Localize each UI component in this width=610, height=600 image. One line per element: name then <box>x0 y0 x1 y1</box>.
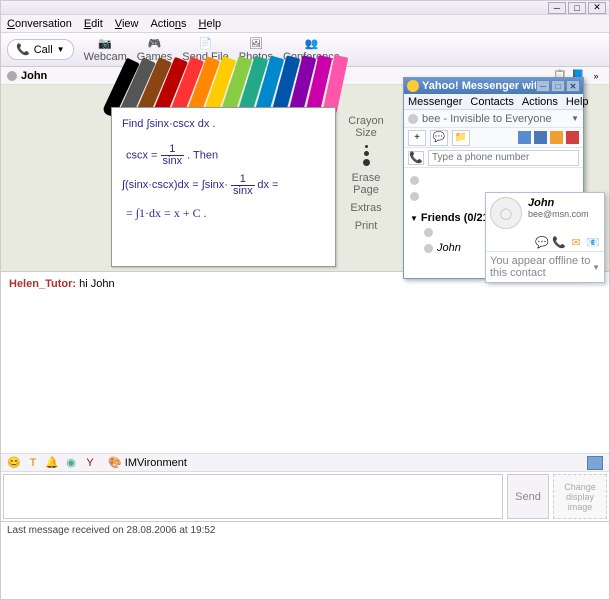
list-item[interactable] <box>410 172 577 188</box>
close-button[interactable]: ✕ <box>588 2 606 14</box>
menu-edit[interactable]: Edit <box>84 18 103 30</box>
crayon-size-label[interactable]: Crayon Size <box>341 115 391 139</box>
imvironment-button[interactable]: 🎨 IMVironment <box>108 456 187 469</box>
news-icon[interactable] <box>566 131 579 144</box>
erase-page-button[interactable]: Erase Page <box>341 172 391 196</box>
my-status-text: bee - Invisible to Everyone <box>422 113 552 125</box>
messenger-menubar: Messenger Contacts Actions Help <box>404 94 583 110</box>
triangle-down-icon: ▼ <box>410 214 418 223</box>
msgr-menu-help[interactable]: Help <box>566 96 589 108</box>
mail-icon[interactable] <box>518 131 531 144</box>
call-button[interactable]: 📞 Call ▼ <box>7 39 74 60</box>
card-actions: 💬 📞 ✉ 📧 <box>486 233 604 251</box>
call-label: Call <box>34 44 53 56</box>
avatar: ◯ <box>490 197 522 229</box>
status-line: Last message received on 28.08.2006 at 1… <box>1 522 609 539</box>
msgr-minimize-button[interactable]: ─ <box>536 80 550 92</box>
conference-icon: 👥 <box>305 37 319 50</box>
main-menubar: CConversationonversation Edit View Actio… <box>1 15 609 33</box>
chat-button[interactable]: 💬 <box>430 130 448 146</box>
menu-conversation[interactable]: CConversationonversation <box>7 18 72 30</box>
hw-text: ∫sinx·cscx dx . <box>146 118 215 130</box>
smiley-icon[interactable]: 😊 <box>7 456 21 470</box>
extras-button[interactable]: Extras <box>350 202 381 214</box>
messenger-titlebar[interactable]: Yahoo! Messenger with Voice (BETA) ─ □ ✕ <box>404 78 583 94</box>
webcam-button[interactable]: 📷 Webcam <box>84 37 127 63</box>
msgr-maximize-button[interactable]: □ <box>551 80 565 92</box>
radio-icon[interactable] <box>550 131 563 144</box>
my-status-icon <box>408 114 418 124</box>
yahoo-icon[interactable]: Y <box>83 456 97 470</box>
phone-icon: 📞 <box>16 43 30 56</box>
contact-card-icon[interactable] <box>587 456 603 470</box>
status-dot-icon <box>410 192 419 201</box>
hw-text: Find <box>122 118 146 130</box>
status-dot-icon <box>424 244 433 253</box>
folder-button[interactable]: 📁 <box>452 130 470 146</box>
card-name: John <box>528 197 600 209</box>
my-status-row[interactable]: bee - Invisible to Everyone ▼ <box>404 110 583 128</box>
audibles-icon[interactable]: ◉ <box>64 456 78 470</box>
buzz-icon[interactable]: 🔔 <box>45 456 59 470</box>
menu-actions[interactable]: Actions <box>150 18 186 30</box>
msgr-menu-actions[interactable]: Actions <box>522 96 558 108</box>
format-bar: 😊 T 🔔 ◉ Y 🎨 IMVironment <box>1 454 609 472</box>
status-dot-icon <box>7 71 17 81</box>
messenger-toolbar: + 💬 📁 <box>404 128 583 148</box>
message-input[interactable] <box>3 474 503 519</box>
expand-icon[interactable]: » <box>589 69 603 83</box>
hw-text: dx = <box>257 179 278 191</box>
main-titlebar: ─ □ ✕ <box>1 1 609 15</box>
msgr-menu-contacts[interactable]: Contacts <box>470 96 513 108</box>
phone-row: 📞 <box>404 148 583 168</box>
hw-text: . Then <box>187 149 218 161</box>
card-footer[interactable]: You appear offline to this contact ▼ <box>486 251 604 282</box>
photos-icon: 🖼 <box>249 37 263 50</box>
contact-hover-card: ◯ John bee@msn.com 💬 📞 ✉ 📧 You appear of… <box>485 192 605 283</box>
buddy-name: John <box>21 70 47 82</box>
webcam-icon: 📷 <box>98 37 112 50</box>
calendar-icon[interactable] <box>534 131 547 144</box>
menu-help[interactable]: Help <box>199 18 222 30</box>
chevron-down-icon[interactable]: ▼ <box>571 114 579 123</box>
message-sender: Helen_Tutor: <box>9 278 76 290</box>
card-im-icon[interactable]: 💬 <box>535 235 549 249</box>
whiteboard[interactable]: Find ∫sinx·cscx dx . cscx = 1sinx . Then… <box>111 107 336 267</box>
send-button[interactable]: Send <box>507 474 549 519</box>
phone-button[interactable]: 📞 <box>408 151 424 165</box>
file-icon: 📄 <box>199 37 213 50</box>
chevron-down-icon: ▼ <box>592 263 600 272</box>
print-button[interactable]: Print <box>355 220 378 232</box>
hw-text: ∫(sinx·cscx)dx = ∫sinx· <box>122 179 231 191</box>
card-sms-icon[interactable]: ✉ <box>569 235 583 249</box>
menu-view[interactable]: View <box>115 18 139 30</box>
message-text: hi John <box>76 278 115 290</box>
card-call-icon[interactable]: 📞 <box>552 235 566 249</box>
compose-row: Send Change display image <box>1 472 609 522</box>
display-image-button[interactable]: Change display image <box>553 474 607 519</box>
size-selector[interactable] <box>363 145 370 166</box>
messenger-title: Yahoo! Messenger with Voice (BETA) <box>422 80 536 92</box>
msgr-menu-messenger[interactable]: Messenger <box>408 96 462 108</box>
status-dot-icon <box>424 228 433 237</box>
card-email: bee@msn.com <box>528 209 600 219</box>
chevron-down-icon: ▼ <box>57 45 65 54</box>
hw-text: cscx = <box>126 149 161 161</box>
whiteboard-controls: Crayon Size Erase Page Extras Print <box>341 115 391 232</box>
conversation-log: Helen_Tutor: hi John <box>1 272 609 454</box>
maximize-button[interactable]: □ <box>568 2 586 14</box>
add-contact-button[interactable]: + <box>408 130 426 146</box>
yahoo-logo-icon <box>407 80 419 92</box>
phone-input[interactable] <box>428 150 579 166</box>
games-icon: 🎮 <box>148 37 162 50</box>
minimize-button[interactable]: ─ <box>548 2 566 14</box>
imv-icon: 🎨 <box>108 457 122 469</box>
hw-text: = ∫1·dx = x + C . <box>126 206 207 221</box>
format-icon[interactable]: T <box>26 456 40 470</box>
msgr-close-button[interactable]: ✕ <box>566 80 580 92</box>
status-dot-icon <box>410 176 419 185</box>
card-mail-icon[interactable]: 📧 <box>586 235 600 249</box>
